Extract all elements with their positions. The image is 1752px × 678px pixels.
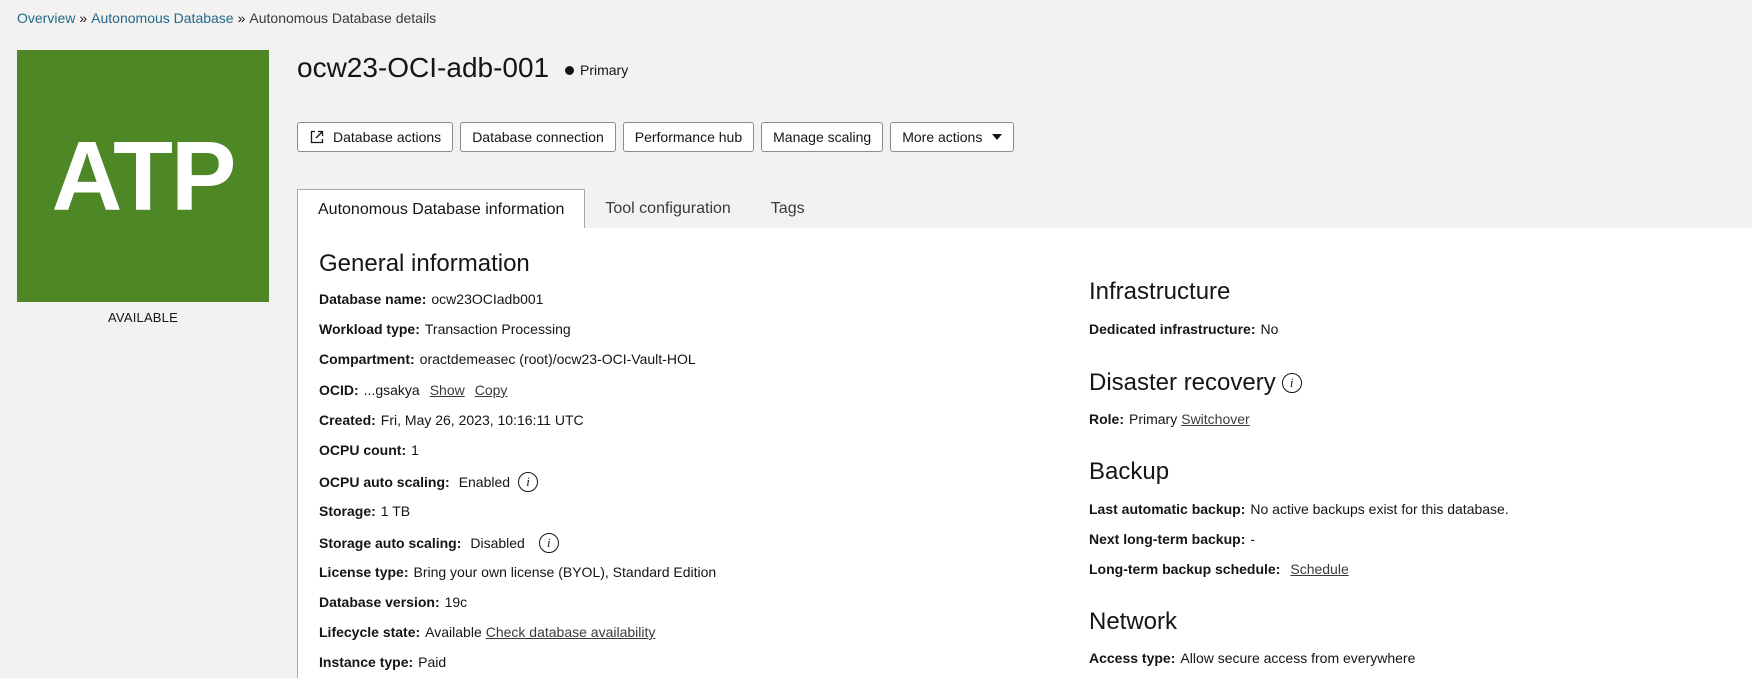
license-type-key: License type: <box>319 564 409 580</box>
instance-type-key: Instance type: <box>319 654 414 670</box>
next-long-term-backup-value: - <box>1250 531 1256 547</box>
general-information-title: General information <box>319 250 530 277</box>
breadcrumb-autonomous-database[interactable]: Autonomous Database <box>91 10 233 26</box>
access-type-key: Access type: <box>1089 650 1176 666</box>
database-version-key: Database version: <box>319 594 440 610</box>
breadcrumb-separator: » <box>237 10 246 26</box>
database-version-value: 19c <box>444 594 468 610</box>
access-type-row: Access type: Allow secure access from ev… <box>1089 650 1415 666</box>
next-long-term-backup-row: Next long-term backup: - <box>1089 531 1255 547</box>
ocpu-count-row: OCPU count: 1 <box>319 442 419 458</box>
compartment-row: Compartment: oractdemeasec (root)/ocw23-… <box>319 351 696 367</box>
storage-auto-scaling-value: Disabled <box>470 535 525 551</box>
lifecycle-state-key: Lifecycle state: <box>319 624 421 640</box>
compartment-value: oractdemeasec (root)/ocw23-OCI-Vault-HOL <box>419 351 696 367</box>
created-value: Fri, May 26, 2023, 10:16:11 UTC <box>380 412 584 428</box>
database-name-value: ocw23OCIadb001 <box>431 291 544 307</box>
database-name-row: Database name: ocw23OCIadb001 <box>319 291 543 307</box>
backup-title: Backup <box>1089 458 1170 485</box>
tab-tags[interactable]: Tags <box>751 189 825 229</box>
license-type-value: Bring your own license (BYOL), Standard … <box>413 564 717 580</box>
more-actions-label: More actions <box>902 129 983 145</box>
schedule-link[interactable]: Schedule <box>1290 561 1348 577</box>
page-title: ocw23-OCI-adb-001 <box>297 52 550 83</box>
switchover-link[interactable]: Switchover <box>1181 411 1249 427</box>
workload-type-value: Transaction Processing <box>424 321 571 337</box>
instance-type-value: Paid <box>418 654 447 670</box>
ocid-row: OCID: ...gsakya Show Copy <box>319 382 507 398</box>
role-badge-label: Primary <box>580 62 629 78</box>
database-actions-label: Database actions <box>333 129 442 145</box>
instance-type-row: Instance type: Paid <box>319 654 446 670</box>
network-title: Network <box>1089 608 1178 635</box>
breadcrumb-current: Autonomous Database details <box>249 10 437 26</box>
ocpu-auto-scaling-key: OCPU auto scaling: <box>319 474 450 490</box>
manage-scaling-button[interactable]: Manage scaling <box>761 122 884 152</box>
database-connection-button[interactable]: Database connection <box>460 122 616 152</box>
status-dot-icon <box>565 65 574 75</box>
info-icon[interactable]: i <box>538 533 559 553</box>
action-toolbar: Database actions Database connection Per… <box>297 122 1015 152</box>
dedicated-infrastructure-key: Dedicated infrastructure: <box>1089 321 1256 337</box>
more-actions-button[interactable]: More actions <box>890 122 1015 152</box>
database-version-row: Database version: 19c <box>319 594 467 610</box>
check-availability-link[interactable]: Check database availability <box>486 624 656 640</box>
compartment-key: Compartment: <box>319 351 415 367</box>
last-automatic-backup-row: Last automatic backup: No active backups… <box>1089 501 1509 517</box>
storage-auto-scaling-key: Storage auto scaling: <box>319 535 462 551</box>
last-automatic-backup-key: Last automatic backup: <box>1089 501 1246 517</box>
long-term-backup-schedule-key: Long-term backup schedule: <box>1089 561 1281 577</box>
lifecycle-status-label: AVAILABLE <box>108 310 178 325</box>
access-type-value: Allow secure access from everywhere <box>1180 650 1416 666</box>
tab-tool-configuration[interactable]: Tool configuration <box>585 189 750 229</box>
database-name-key: Database name: <box>319 291 427 307</box>
storage-key: Storage: <box>319 503 376 519</box>
breadcrumb-separator: » <box>79 10 88 26</box>
breadcrumb-overview[interactable]: Overview <box>17 10 75 26</box>
logo-text: ATP <box>51 121 237 231</box>
info-icon[interactable]: i <box>518 472 539 492</box>
ocpu-auto-scaling-value: Enabled <box>458 474 511 490</box>
storage-auto-scaling-row: Storage auto scaling: Disabled i <box>319 533 559 553</box>
ocpu-count-value: 1 <box>411 442 419 458</box>
ocid-show-link[interactable]: Show <box>430 382 465 398</box>
long-term-backup-schedule-row: Long-term backup schedule: Schedule <box>1089 561 1349 577</box>
license-type-row: License type: Bring your own license (BY… <box>319 564 716 580</box>
storage-value: 1 TB <box>380 503 411 519</box>
caret-down-icon <box>992 134 1003 140</box>
tab-panel: General information Database name: ocw23… <box>297 228 1752 678</box>
infrastructure-title: Infrastructure <box>1089 278 1231 305</box>
dr-role-row: Role: Primary Switchover <box>1089 411 1250 427</box>
tab-autonomous-database-information[interactable]: Autonomous Database information <box>297 189 586 229</box>
role-badge: Primary <box>565 62 628 78</box>
disaster-recovery-title-text: Disaster recovery <box>1089 369 1276 396</box>
dr-role-value: Primary <box>1129 411 1178 427</box>
created-row: Created: Fri, May 26, 2023, 10:16:11 UTC <box>319 412 584 428</box>
database-actions-button[interactable]: Database actions <box>297 122 454 152</box>
ocpu-auto-scaling-row: OCPU auto scaling: Enabled i <box>319 472 539 492</box>
workload-type-row: Workload type: Transaction Processing <box>319 321 571 337</box>
performance-hub-button[interactable]: Performance hub <box>622 122 755 152</box>
info-icon[interactable]: i <box>1281 373 1302 393</box>
ocid-copy-link[interactable]: Copy <box>475 382 508 398</box>
dr-role-key: Role: <box>1089 411 1124 427</box>
dedicated-infrastructure-row: Dedicated infrastructure: No <box>1089 321 1278 337</box>
external-link-icon <box>309 129 325 145</box>
lifecycle-state-value: Available <box>425 624 482 640</box>
dedicated-infrastructure-value: No <box>1260 321 1279 337</box>
breadcrumb: Overview » Autonomous Database » Autonom… <box>17 10 436 26</box>
ocid-value: ...gsakya <box>363 382 420 398</box>
disaster-recovery-title: Disaster recovery i <box>1089 369 1302 397</box>
last-automatic-backup-value: No active backups exist for this databas… <box>1250 501 1509 517</box>
ocpu-count-key: OCPU count: <box>319 442 407 458</box>
ocid-key: OCID: <box>319 382 359 398</box>
storage-row: Storage: 1 TB <box>319 503 410 519</box>
atp-logo: ATP <box>17 50 269 302</box>
lifecycle-state-row: Lifecycle state: Available Check databas… <box>319 624 655 640</box>
created-key: Created: <box>319 412 376 428</box>
tab-bar: Autonomous Database information Tool con… <box>297 189 825 229</box>
next-long-term-backup-key: Next long-term backup: <box>1089 531 1246 547</box>
workload-type-key: Workload type: <box>319 321 420 337</box>
